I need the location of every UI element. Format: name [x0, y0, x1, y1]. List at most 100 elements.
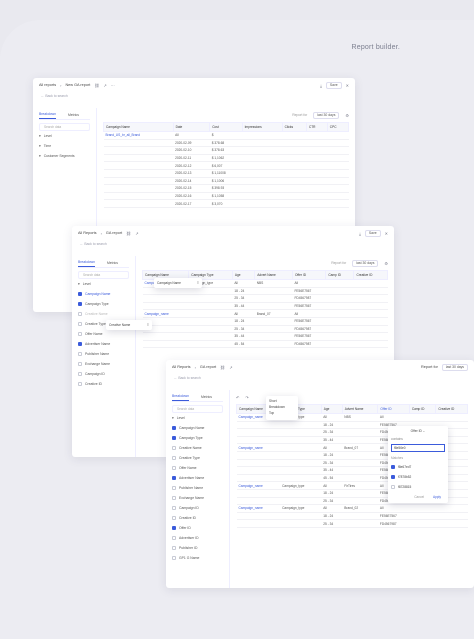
- sidebar-item[interactable]: Offer ID: [172, 523, 223, 533]
- sidebar-item[interactable]: Creative ID: [172, 513, 223, 523]
- checkbox[interactable]: [391, 475, 395, 479]
- download-icon[interactable]: ⤓: [320, 83, 322, 88]
- save-button[interactable]: Save: [364, 229, 381, 237]
- gear-icon[interactable]: ⚙: [345, 113, 349, 118]
- sidebar-item[interactable]: Offer Name: [172, 463, 223, 473]
- checkbox[interactable]: [78, 362, 82, 366]
- column-header[interactable]: Camp ID: [408, 404, 437, 414]
- column-header[interactable]: Impressions: [241, 122, 283, 132]
- sidebar-item-advertiser-name[interactable]: Advertiser Name: [78, 339, 129, 349]
- report-title[interactable]: New GA report: [65, 83, 90, 87]
- sidebar-item-level[interactable]: ▾ Level: [78, 279, 129, 289]
- tab-breakdown[interactable]: Breakdown: [39, 110, 56, 119]
- search-input[interactable]: Search data: [78, 271, 129, 279]
- tab-metrics[interactable]: Metrics: [201, 393, 212, 401]
- back-link[interactable]: ← Back to search: [72, 240, 394, 252]
- breadcrumb[interactable]: All reports: [39, 83, 56, 87]
- sidebar-item[interactable]: Campaign Type: [172, 433, 223, 443]
- search-input[interactable]: Search data: [39, 123, 90, 131]
- column-header[interactable]: Offer ID: [377, 404, 410, 414]
- column-header[interactable]: Creative ID: [435, 404, 468, 414]
- tab-breakdown[interactable]: Breakdown: [172, 392, 189, 401]
- date-range-select[interactable]: last 30 days: [441, 363, 468, 371]
- download-icon[interactable]: ⤓: [359, 231, 361, 236]
- checkbox[interactable]: [391, 485, 395, 489]
- checkbox[interactable]: [78, 322, 82, 326]
- sidebar-drag-chip[interactable]: Creative Name ⠿: [106, 320, 152, 330]
- back-link[interactable]: ← Back to search: [33, 92, 355, 104]
- share-icon[interactable]: ↗: [135, 231, 138, 236]
- checkbox[interactable]: [172, 496, 176, 500]
- sidebar-item[interactable]: Creative Name: [172, 443, 223, 453]
- sidebar-item[interactable]: ▾ Level: [172, 413, 223, 423]
- sidebar-item[interactable]: GP1 G Name: [172, 553, 223, 563]
- column-header[interactable]: Advert Name: [341, 404, 379, 414]
- sidebar-item-exchange-name[interactable]: Exchange Name: [78, 359, 129, 369]
- date-range-select[interactable]: last 30 days: [313, 111, 340, 119]
- checkbox[interactable]: [78, 382, 82, 386]
- column-header[interactable]: Creative ID: [353, 270, 388, 280]
- breadcrumb[interactable]: All Reports: [78, 231, 97, 235]
- sidebar-item-level[interactable]: ▾ Level: [39, 131, 90, 141]
- checkbox[interactable]: [172, 456, 176, 460]
- column-header[interactable]: Date: [172, 122, 211, 132]
- tab-breakdown[interactable]: Breakdown: [78, 258, 95, 267]
- breadcrumb[interactable]: All Reports: [172, 365, 191, 369]
- tab-metrics[interactable]: Metrics: [68, 111, 79, 119]
- sidebar-item[interactable]: Publisher ID: [172, 543, 223, 553]
- column-header[interactable]: Advert Name: [254, 270, 293, 280]
- checkbox[interactable]: [172, 486, 176, 490]
- tab-metrics[interactable]: Metrics: [107, 259, 118, 267]
- column-header[interactable]: Offer ID: [291, 270, 327, 280]
- checkbox[interactable]: [78, 292, 82, 296]
- sidebar-item-campaign-id[interactable]: Campaign ID: [78, 369, 129, 379]
- sidebar-item[interactable]: Advertiser Name: [172, 473, 223, 483]
- checkbox[interactable]: [78, 352, 82, 356]
- column-header[interactable]: CPC: [326, 122, 350, 132]
- checkbox[interactable]: [172, 556, 176, 560]
- sidebar-item-campaign-name[interactable]: Campaign Name: [78, 289, 129, 299]
- column-header[interactable]: Age: [320, 404, 343, 414]
- checkbox[interactable]: [172, 506, 176, 510]
- sidebar-item[interactable]: Publisher Name: [172, 483, 223, 493]
- filter-value-input[interactable]: f8e56e0: [391, 444, 445, 452]
- sidebar-item[interactable]: Exchange Name: [172, 493, 223, 503]
- sidebar-item-offer-name[interactable]: Offer Name: [78, 329, 129, 339]
- report-title[interactable]: GA report: [200, 365, 216, 369]
- column-header[interactable]: Campaign Name: [103, 122, 174, 132]
- checkbox[interactable]: [78, 372, 82, 376]
- report-title[interactable]: GA report: [106, 231, 122, 235]
- sidebar-item-segments[interactable]: ▾ Customer Segments: [39, 151, 90, 161]
- sidebar-item-publisher-name[interactable]: Publisher Name: [78, 349, 129, 359]
- share-icon[interactable]: ↗: [103, 83, 106, 88]
- sidebar-item[interactable]: Advertiser ID: [172, 533, 223, 543]
- checkbox[interactable]: [172, 476, 176, 480]
- save-button[interactable]: Save: [325, 81, 342, 89]
- checkbox[interactable]: [172, 546, 176, 550]
- sidebar-item-creative-id[interactable]: Creative ID: [78, 379, 129, 389]
- menu-item-top[interactable]: Top: [269, 411, 295, 417]
- link-icon[interactable]: ⛓: [220, 365, 225, 370]
- checkbox[interactable]: [78, 332, 82, 336]
- sidebar-item[interactable]: Campaign Name: [172, 423, 223, 433]
- checkbox[interactable]: [172, 516, 176, 520]
- gear-icon[interactable]: ⚙: [384, 261, 388, 266]
- share-icon[interactable]: ↗: [229, 365, 232, 370]
- redo-icon[interactable]: ↷: [245, 395, 248, 400]
- filter-option[interactable]: f8e67ed7: [391, 462, 445, 472]
- column-header[interactable]: Cost: [209, 122, 243, 132]
- checkbox[interactable]: [78, 312, 82, 316]
- checkbox[interactable]: [172, 526, 176, 530]
- apply-button[interactable]: Apply: [429, 494, 445, 500]
- sidebar-item-campaign-type[interactable]: Campaign Type: [78, 299, 129, 309]
- close-icon[interactable]: ✕: [346, 83, 349, 88]
- undo-icon[interactable]: ↶: [236, 395, 239, 400]
- link-icon[interactable]: ⛓: [126, 231, 131, 236]
- back-link[interactable]: ← Back to search: [166, 374, 474, 386]
- cancel-button[interactable]: Cancel: [410, 494, 428, 500]
- search-input[interactable]: Search data: [172, 405, 223, 413]
- checkbox[interactable]: [172, 446, 176, 450]
- sidebar-item[interactable]: Creative Type: [172, 453, 223, 463]
- header-drag-chip[interactable]: Campaign Name ⠿: [154, 278, 202, 288]
- close-icon[interactable]: ✕: [385, 231, 388, 236]
